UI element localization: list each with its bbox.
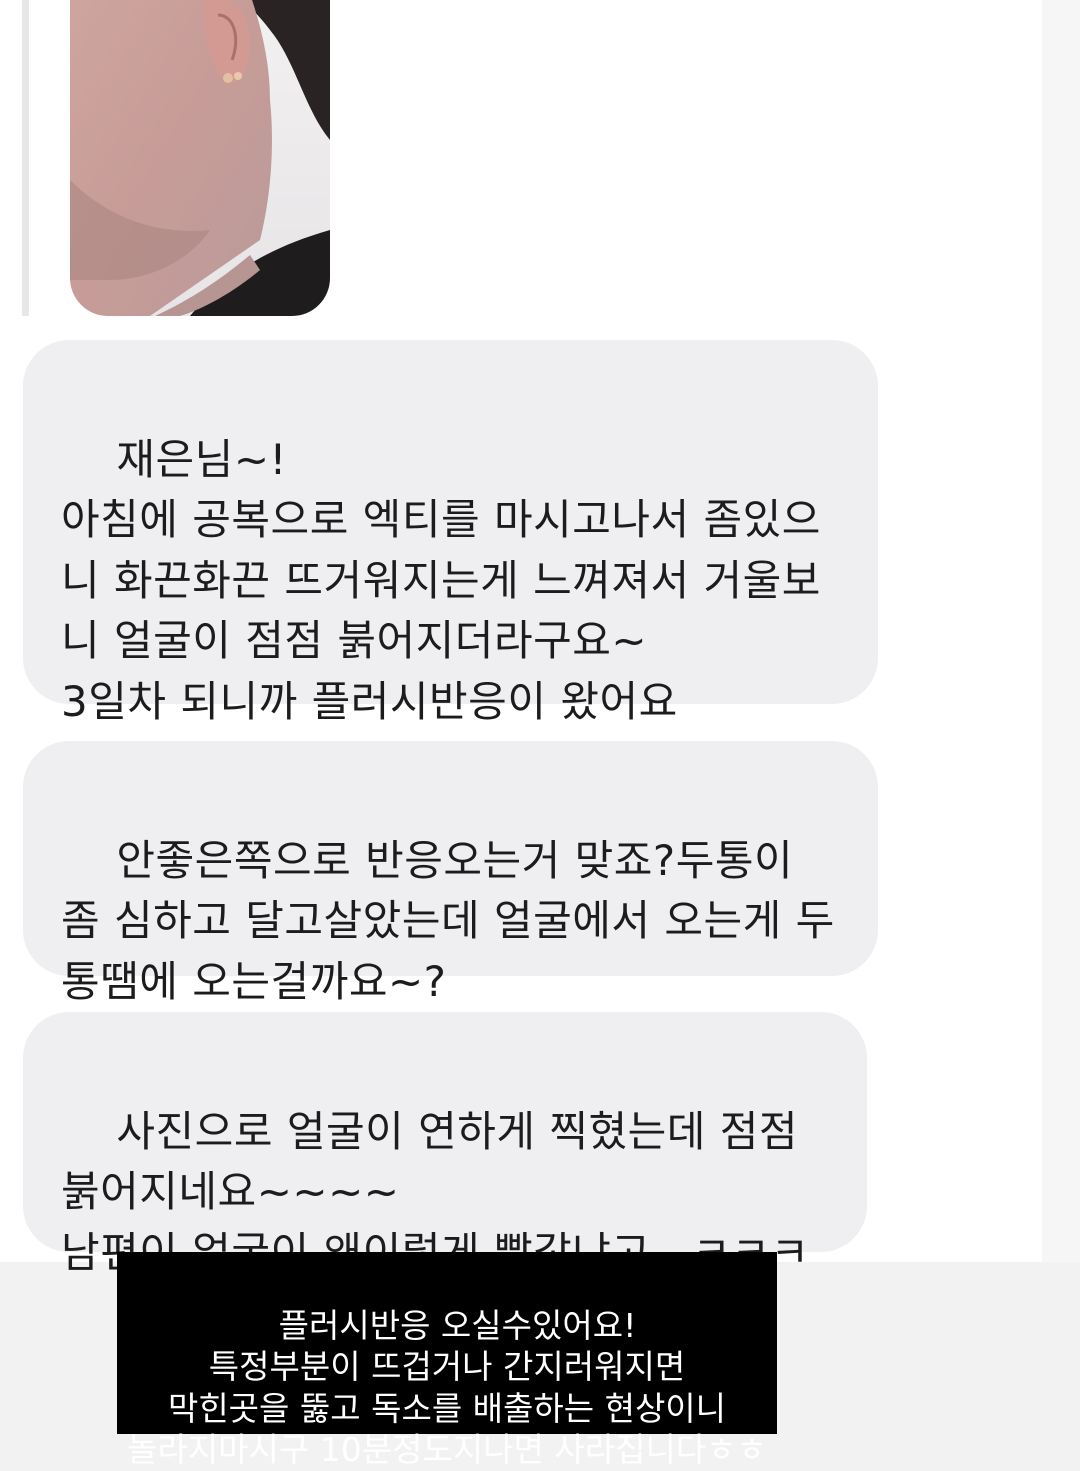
chat-thread: 재은님~! 아침에 공복으로 엑티를 마시고나서 좀있으니 화끈화끈 뜨거워지는…	[0, 0, 1042, 1277]
message-text: 사진으로 얼굴이 연하게 찍혔는데 점점 붉어지네요~~~~ 남편이 얼굴이 왜…	[61, 1106, 809, 1277]
attached-photo[interactable]	[70, 0, 330, 316]
photo-thumbnail-icon	[70, 0, 330, 316]
caption-text: 플러시반응 오실수있어요! 특정부분이 뜨겁거나 간지러워지면 막힌곳을 뚫고 …	[127, 1305, 767, 1470]
message-text: 안좋은쪽으로 반응오는거 맞죠?두통이 좀 심하고 달고살았는데 얼굴에서 오는…	[61, 835, 835, 1006]
caption-overlay: 플러시반응 오실수있어요! 특정부분이 뜨겁거나 간지러워지면 막힌곳을 뚫고 …	[117, 1252, 777, 1469]
message-text: 재은님~! 아침에 공복으로 엑티를 마시고나서 좀있으니 화끈화끈 뜨거워지는…	[61, 434, 821, 726]
message-bubble: 안좋은쪽으로 반응오는거 맞죠?두통이 좀 심하고 달고살았는데 얼굴에서 오는…	[23, 741, 878, 1006]
reply-indicator-line	[22, 0, 29, 316]
message-bubble: 재은님~! 아침에 공복으로 엑티를 마시고나서 좀있으니 화끈화끈 뜨거워지는…	[23, 340, 878, 726]
message-bubble: 사진으로 얼굴이 연하게 찍혔는데 점점 붉어지네요~~~~ 남편이 얼굴이 왜…	[23, 1012, 867, 1277]
scroll-gutter	[1042, 0, 1080, 1262]
